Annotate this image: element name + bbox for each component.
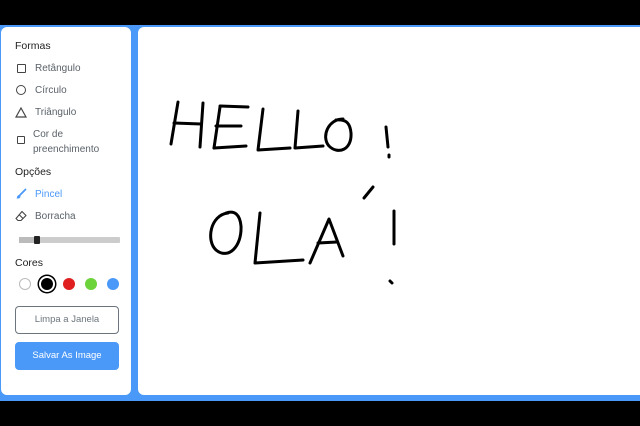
fill-color-option[interactable]: Cor de preenchimento xyxy=(15,127,131,159)
rectangle-icon xyxy=(15,62,27,74)
tool-triangle-label: Triângulo xyxy=(35,106,77,118)
color-swatch[interactable] xyxy=(85,278,97,290)
brush-size-fill xyxy=(19,237,34,243)
color-swatch[interactable] xyxy=(63,278,75,290)
canvas-drawing xyxy=(169,100,396,285)
tool-brush-label: Pincel xyxy=(35,188,63,200)
circle-icon xyxy=(15,84,27,96)
save-image-button[interactable]: Salvar As Image xyxy=(15,342,119,370)
color-palette xyxy=(19,278,131,290)
tools-panel: Formas Retângulo Círculo Triângulo Cor d… xyxy=(1,27,131,395)
drawing-app: Formas Retângulo Círculo Triângulo Cor d… xyxy=(0,25,640,401)
tool-eraser-label: Borracha xyxy=(35,210,76,222)
shapes-title: Formas xyxy=(15,40,51,52)
brush-icon xyxy=(15,188,27,200)
colors-title: Cores xyxy=(15,257,44,269)
eraser-icon xyxy=(15,210,27,222)
clear-canvas-button[interactable]: Limpa a Janela xyxy=(15,306,119,334)
brush-size-slider[interactable] xyxy=(19,236,120,244)
tool-rectangle-label: Retângulo xyxy=(35,62,81,74)
brush-size-thumb[interactable] xyxy=(34,236,40,244)
tool-circle-label: Círculo xyxy=(35,84,67,96)
color-swatch[interactable] xyxy=(41,278,53,290)
tool-rectangle[interactable]: Retângulo xyxy=(15,57,131,79)
tool-circle[interactable]: Círculo xyxy=(15,79,131,101)
tool-eraser[interactable]: Borracha xyxy=(15,205,131,227)
fill-color-checkbox[interactable] xyxy=(17,136,25,144)
tool-triangle[interactable]: Triângulo xyxy=(15,101,131,123)
triangle-icon xyxy=(15,106,27,118)
tool-brush[interactable]: Pincel xyxy=(15,183,131,205)
options-title: Opções xyxy=(15,166,52,178)
color-swatch[interactable] xyxy=(107,278,119,290)
drawing-canvas[interactable] xyxy=(138,27,640,395)
color-swatch[interactable] xyxy=(19,278,31,290)
fill-color-label: Cor de preenchimento xyxy=(33,129,100,155)
